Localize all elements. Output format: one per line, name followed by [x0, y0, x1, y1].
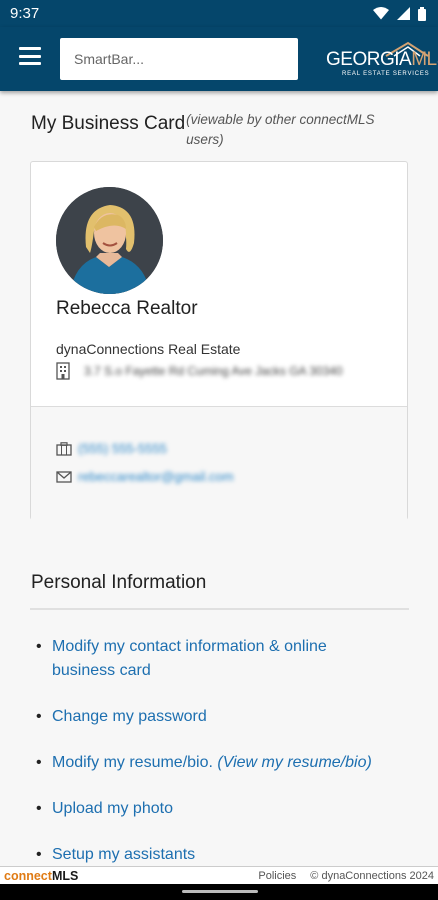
setup-assistants-link[interactable]: Setup my assistants	[52, 843, 372, 866]
list-item: • Change my password	[36, 705, 406, 729]
footer: connectMLS Policies © dynaConnections 20…	[0, 866, 438, 884]
battery-icon	[418, 6, 426, 21]
profile-photo	[56, 187, 163, 294]
business-card: Rebecca Realtor dynaConnections Real Est…	[30, 161, 408, 520]
modify-contact-link[interactable]: Modify my contact information & online b…	[52, 635, 372, 683]
policies-link[interactable]: Policies	[258, 870, 296, 882]
briefcase-icon	[56, 441, 72, 456]
view-resume-link[interactable]: (View my resume/bio)	[217, 754, 371, 771]
address-row: 3.7 S.o Fayette Rd Cuming Ave Jacks GA 3…	[56, 362, 343, 380]
app-header: GEORGIAMLS REAL ESTATE SERVICES	[0, 27, 438, 91]
logo-subtitle: REAL ESTATE SERVICES	[342, 71, 430, 77]
smartbar-search-input[interactable]	[60, 38, 298, 80]
signal-icon	[397, 7, 410, 20]
connectmls-brand: connectMLS	[4, 868, 79, 883]
personal-info-title: Personal Information	[31, 572, 207, 593]
business-card-title: My Business Card	[31, 113, 186, 134]
company-name: dynaConnections Real Estate	[56, 341, 241, 357]
hamburger-menu-icon[interactable]	[19, 47, 41, 65]
status-bar: 9:37	[0, 0, 438, 27]
modify-resume-link[interactable]: Modify my resume/bio.	[52, 754, 213, 771]
email-row: rebeccarealtor@gmail.com	[56, 469, 234, 484]
status-time: 9:37	[10, 5, 40, 22]
email-link[interactable]: rebeccarealtor@gmail.com	[78, 469, 234, 484]
phone-row: (555) 555-5555	[56, 441, 167, 456]
logo-wordmark: GEORGIAMLS	[326, 49, 438, 70]
copyright-text: © dynaConnections 2024	[310, 869, 434, 882]
system-nav-bar	[0, 884, 438, 900]
georgia-mls-logo: GEORGIAMLS REAL ESTATE SERVICES	[326, 41, 438, 81]
wifi-icon	[373, 7, 389, 20]
upload-photo-link[interactable]: Upload my photo	[52, 797, 372, 821]
business-card-heading: My Business Card (viewable by other conn…	[31, 112, 400, 150]
list-item: • Upload my photo	[36, 797, 406, 821]
address-text: 3.7 S.o Fayette Rd Cuming Ave Jacks GA 3…	[84, 364, 343, 378]
change-password-link[interactable]: Change my password	[52, 705, 372, 729]
card-contact-section: (555) 555-5555 rebeccarealtor@gmail.com	[31, 407, 407, 520]
business-card-note: (viewable by other connectMLS users)	[186, 112, 375, 147]
status-icons	[373, 6, 426, 21]
agent-name: Rebecca Realtor	[56, 298, 198, 319]
home-gesture-handle[interactable]	[182, 890, 258, 893]
main-content: My Business Card (viewable by other conn…	[0, 91, 438, 866]
phone-link[interactable]: (555) 555-5555	[78, 441, 167, 456]
list-item: • Modify my contact information & online…	[36, 635, 406, 683]
list-item: • Modify my resume/bio. (View my resume/…	[36, 754, 372, 771]
list-item: • Setup my assistants	[36, 843, 406, 866]
building-icon	[56, 362, 70, 380]
mail-icon	[56, 470, 72, 483]
avatar	[56, 187, 163, 294]
personal-info-divider	[30, 608, 409, 610]
